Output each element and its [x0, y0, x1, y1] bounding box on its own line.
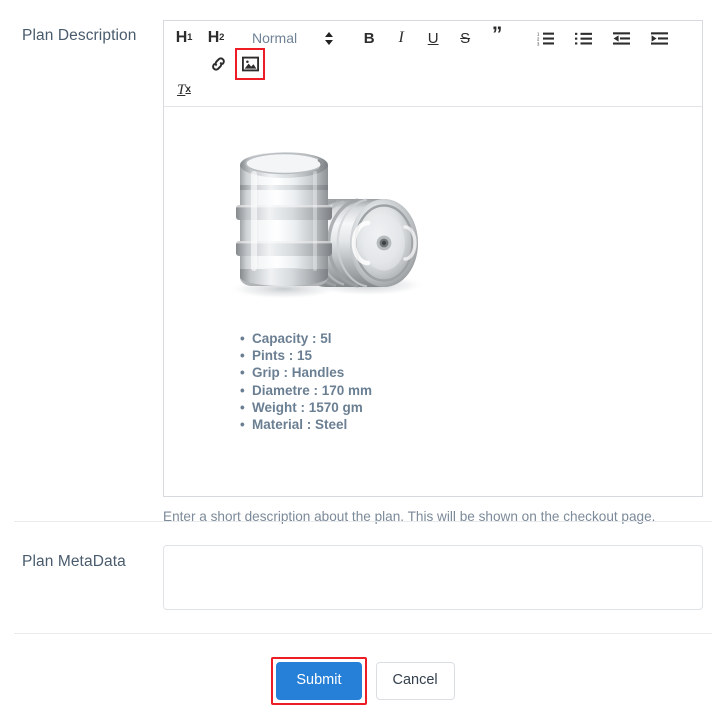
image-icon[interactable] [235, 48, 265, 80]
list-item: Diametre : 170 mm [240, 382, 686, 399]
submit-button[interactable]: Submit [276, 662, 362, 700]
list-item: Material : Steel [240, 416, 686, 433]
chevron-updown-icon [325, 31, 334, 45]
indent-icon[interactable] [647, 25, 671, 51]
plan-description-row: Plan Description H1 H2 Normal B I U S ” … [0, 20, 726, 526]
strikethrough-button[interactable]: S [453, 25, 477, 51]
heading-1-button[interactable]: H1 [172, 25, 196, 51]
clear-formatting-button[interactable]: Tx [172, 77, 196, 103]
heading-1-sub: 1 [187, 32, 193, 44]
plan-metadata-input[interactable] [163, 545, 703, 610]
beer-keg-image [218, 127, 686, 312]
list-item: Capacity : 5l [240, 330, 686, 347]
editor-toolbar: H1 H2 Normal B I U S ” 1 2 3 T x [163, 20, 703, 107]
plan-spec-list: Capacity : 5l Pints : 15 Grip : Handles … [180, 330, 686, 433]
plan-description-label: Plan Description [22, 27, 137, 44]
link-icon[interactable] [206, 51, 230, 77]
italic-button[interactable]: I [389, 25, 413, 51]
bullet-list-icon[interactable] [571, 25, 595, 51]
svg-text:3: 3 [537, 41, 540, 46]
plan-metadata-row: Plan MetaData [0, 545, 726, 610]
plan-metadata-label: Plan MetaData [22, 553, 126, 570]
plan-description-help-text: Enter a short description about the plan… [163, 509, 656, 524]
list-item: Pints : 15 [240, 347, 686, 364]
heading-2-label: H [207, 29, 220, 46]
heading-2-sub: 2 [219, 32, 225, 44]
clear-formatting-label: T [177, 81, 186, 98]
blockquote-button[interactable]: ” [485, 24, 509, 51]
format-picker[interactable]: Normal [252, 25, 334, 51]
rich-text-editor: H1 H2 Normal B I U S ” 1 2 3 T x • Capac… [163, 20, 703, 526]
ordered-list-icon[interactable]: 1 2 3 [533, 25, 557, 51]
bold-button[interactable]: B [357, 25, 381, 51]
format-picker-value: Normal [252, 30, 298, 46]
actions-divider [14, 633, 712, 634]
section-divider [14, 521, 712, 522]
editor-content-area[interactable]: Capacity : 5l Pints : 15 Grip : Handles … [163, 107, 703, 497]
outdent-icon[interactable] [609, 25, 633, 51]
plan-form-page: Plan Description H1 H2 Normal B I U S ” … [0, 0, 726, 716]
cancel-button[interactable]: Cancel [375, 662, 455, 700]
form-actions: Submit Cancel [0, 657, 726, 705]
submit-button-highlight: Submit [271, 657, 367, 705]
list-item: Grip : Handles [240, 364, 686, 381]
heading-1-label: H [175, 29, 188, 46]
clear-formatting-sub: x [185, 84, 191, 95]
heading-2-button[interactable]: H2 [204, 25, 228, 51]
underline-button[interactable]: U [421, 25, 445, 51]
list-item: Weight : 1570 gm [240, 399, 686, 416]
